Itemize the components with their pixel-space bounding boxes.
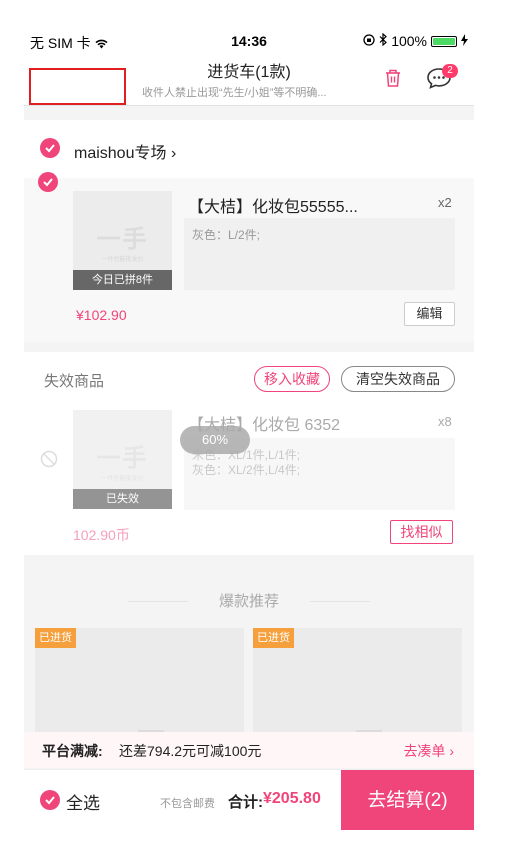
chevron-right-icon: ›	[170, 145, 177, 162]
invalid-section-title: 失效商品	[44, 373, 105, 390]
promo-bar: 平台满减: 还差794.2元可减100元 去凑单 ›	[24, 732, 474, 768]
move-to-favorites-button[interactable]: 移入收藏	[254, 366, 330, 392]
product-title[interactable]: 【大桔】化妆包55555...	[188, 193, 358, 217]
edit-button[interactable]: 编辑	[404, 302, 455, 326]
product-quantity: x2	[438, 195, 452, 210]
checkmark-icon	[45, 796, 55, 805]
shop-header[interactable]: maishou专场 ›	[24, 120, 474, 178]
discount-percent-badge: 60%	[180, 426, 250, 454]
product-price: ¥102.90	[76, 307, 127, 323]
select-all-label[interactable]: 全选	[66, 789, 100, 814]
trash-icon[interactable]	[384, 68, 402, 88]
recommend-card[interactable]: 已进货	[35, 628, 244, 738]
checkout-bar: 全选 不包含邮费 合计: ¥205.80 去结算(2)	[24, 769, 474, 830]
purchased-tag: 已进货	[253, 628, 294, 648]
promo-text: 还差794.2元可减100元	[119, 743, 262, 759]
product-thumbnail[interactable]: 一手 一件也能批发价 今日已拼8件	[73, 191, 172, 290]
page-title: 进货车(1款)	[207, 64, 291, 81]
battery-percent: 100%	[391, 33, 427, 49]
invalid-product-price: 102.90币	[73, 527, 130, 543]
address-notice: 收件人禁止出现“先生/小姐”等不明确...	[142, 87, 327, 99]
invalid-items-section: 失效商品 移入收藏 清空失效商品 一手 一件也能批发价 已失效 【大桔】化妆包 …	[24, 352, 474, 555]
brand-tagline: 一件也能批发价	[101, 475, 144, 482]
item-checkbox[interactable]	[38, 172, 58, 192]
status-right: 100%	[363, 32, 468, 49]
purchased-tag: 已进货	[35, 628, 76, 648]
recommend-title: 爆款推荐	[218, 593, 279, 610]
clear-invalid-button[interactable]: 清空失效商品	[341, 366, 455, 392]
spec-line: 灰色：XL/2件,L/4件;	[192, 463, 301, 477]
brand-logo: 一手	[96, 225, 149, 253]
charging-icon	[461, 33, 468, 49]
orientation-lock-icon	[363, 33, 375, 49]
bluetooth-icon	[379, 32, 388, 49]
brand-logo: 一手	[96, 444, 149, 472]
add-more-link[interactable]: 去凑单 ›	[403, 741, 454, 761]
checkmark-icon	[43, 178, 53, 187]
select-all-checkbox[interactable]	[40, 790, 60, 810]
nav-bar: 进货车(1款) 收件人禁止出现“先生/小姐”等不明确... 2	[24, 52, 474, 106]
checkout-button[interactable]: 去结算(2)	[341, 770, 474, 830]
total-label: 合计:	[228, 794, 263, 811]
disabled-checkbox-icon	[40, 450, 58, 468]
expired-tag: 已失效	[73, 489, 172, 509]
sold-today-tag: 今日已拼8件	[73, 270, 172, 290]
message-badge: 2	[442, 64, 458, 78]
shop-checkbox[interactable]	[40, 138, 60, 158]
brand-tagline: 一件也能批发价	[101, 256, 144, 263]
recommend-card[interactable]: 已进货	[253, 628, 462, 738]
divider	[310, 601, 370, 602]
cart-screen: 无 SIM 卡 14:36 100% 进货车(1款) 收件人禁止出现“先生/小姐…	[24, 30, 474, 830]
invalid-product-thumbnail: 一手 一件也能批发价 已失效	[73, 410, 172, 509]
product-spec[interactable]: 灰色：L/2件;	[184, 218, 455, 290]
promo-label: 平台满减:	[42, 743, 103, 759]
shop-name[interactable]: maishou专场 ›	[74, 139, 176, 163]
total-amount: ¥205.80	[263, 790, 321, 807]
status-bar: 无 SIM 卡 14:36 100%	[24, 30, 474, 52]
invalid-product-quantity: x8	[438, 414, 452, 429]
checkmark-icon	[45, 144, 55, 153]
find-similar-button[interactable]: 找相似	[390, 520, 453, 544]
battery-icon	[431, 35, 457, 47]
shipping-note: 不包含邮费	[160, 798, 215, 810]
